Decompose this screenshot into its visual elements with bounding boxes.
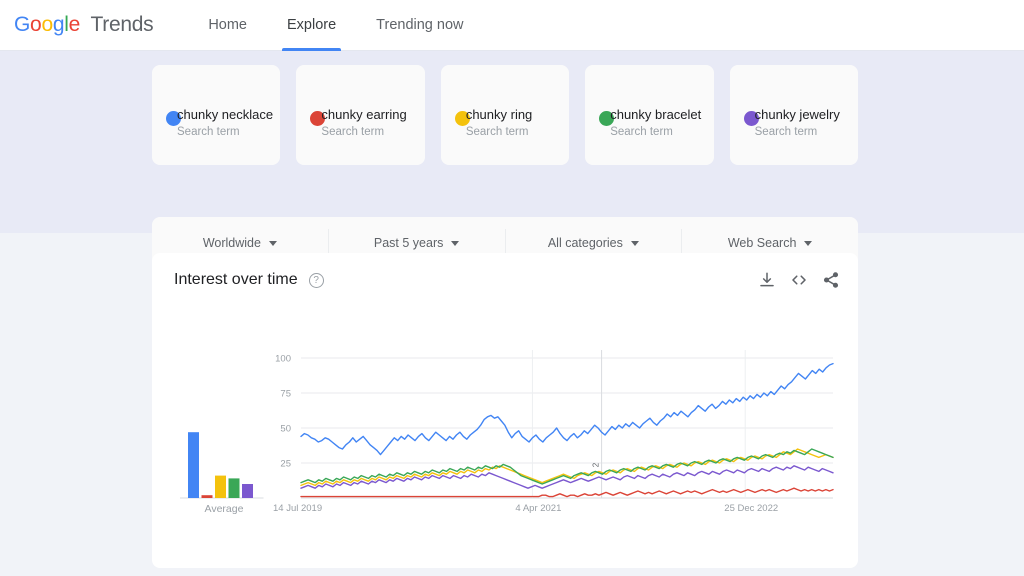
trends-wordmark: Trends	[90, 13, 154, 36]
app-header: Google Trends Home Explore Trending now	[0, 0, 1024, 51]
search-term-subtitle-5: Search term	[754, 126, 818, 138]
y-axis-tick-label: 25	[280, 459, 291, 470]
chart-series-line-1	[300, 362, 834, 456]
y-axis-tick-label: 50	[280, 424, 291, 435]
search-term-subtitle-2: Search term	[321, 126, 385, 138]
search-term-title-3: chunky ring	[465, 107, 533, 122]
average-bar-3	[215, 475, 226, 498]
average-panel-label: Average	[204, 503, 244, 515]
search-term-card-3[interactable]: chunky ring Search term	[440, 65, 570, 165]
y-axis-tick-label: 75	[280, 389, 291, 400]
chevron-down-icon	[451, 240, 460, 246]
search-term-subtitle-3: Search term	[465, 126, 529, 138]
chevron-down-icon	[268, 240, 277, 246]
marker-annotation-label: 2	[592, 462, 601, 467]
chart-series-line-2	[300, 487, 834, 498]
chart-plot-area[interactable]: 25 50 75 100 14 Jul 2019 4 Apr 2021 25 Dec 202…	[152, 253, 858, 568]
x-axis-tick-label: 25 Dec 2022	[724, 503, 778, 514]
search-term-card-4[interactable]: chunky bracelet Search term	[585, 65, 714, 165]
chevron-down-icon	[630, 240, 639, 246]
search-terms-row: chunky necklace Search term chunky earri…	[152, 65, 859, 165]
nav-item-home[interactable]: Home	[195, 0, 260, 51]
main-nav: Home Explore Trending now	[195, 0, 490, 51]
average-bar-2	[201, 495, 213, 498]
search-term-card-1[interactable]: chunky necklace Search term	[152, 65, 281, 165]
y-axis-tick-label: 100	[275, 354, 291, 365]
search-term-title-2: chunky earring	[321, 107, 407, 122]
search-term-card-2[interactable]: chunky earring Search term	[296, 65, 425, 165]
filter-location-label: Worldwide	[202, 236, 261, 250]
average-bar-5	[242, 484, 253, 498]
chevron-down-icon	[804, 240, 813, 246]
interest-over-time-chart[interactable]: 25 50 75 100 14 Jul 2019 4 Apr 2021 25 Dec 202…	[152, 253, 858, 568]
google-wordmark: Google	[14, 13, 80, 36]
search-term-card-5[interactable]: chunky jewelry Search term	[729, 65, 859, 165]
average-bar-4	[228, 478, 240, 498]
filter-category-label: All categories	[547, 236, 623, 250]
search-term-title-4: chunky bracelet	[610, 107, 702, 122]
search-term-subtitle-1: Search term	[177, 126, 240, 138]
search-term-title-5: chunky jewelry	[754, 107, 840, 122]
search-term-subtitle-4: Search term	[610, 126, 673, 138]
x-axis-tick-label: 14 Jul 2019	[273, 503, 322, 514]
search-term-title-1: chunky necklace	[177, 107, 274, 122]
interest-over-time-card: Interest over time ? 25 50 75 100 14 Jul…	[152, 253, 858, 568]
search-terms-band: chunky necklace Search term chunky earri…	[0, 51, 1024, 269]
nav-item-explore[interactable]: Explore	[274, 0, 349, 51]
x-axis-tick-label: 4 Apr 2021	[515, 503, 561, 514]
google-trends-logo[interactable]: Google Trends	[14, 13, 154, 37]
nav-item-trending-now[interactable]: Trending now	[363, 0, 476, 51]
average-bar-1	[188, 432, 199, 498]
filter-search-type-label: Web Search	[727, 236, 797, 250]
google-trends-page: Google Trends Home Explore Trending now …	[0, 0, 1024, 576]
filter-time-range-label: Past 5 years	[373, 236, 444, 250]
